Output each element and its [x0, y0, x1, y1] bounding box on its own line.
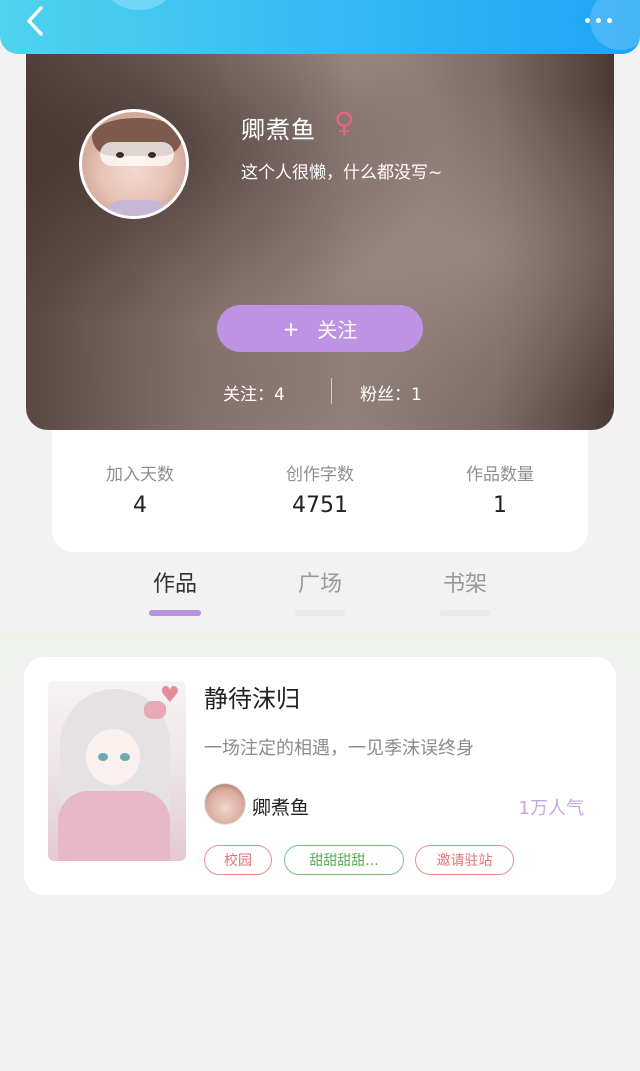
following-count[interactable]: 关注：4	[223, 380, 285, 405]
work-card[interactable]: ♥ 静待沫归 一场注定的相遇，一见季沫误终身 卿煮鱼 1万人气 校园 甜甜甜甜.…	[24, 657, 616, 895]
stats-card: 加入天数 4 创作字数 4751 作品数量 1	[52, 430, 588, 552]
stat-value: 4	[133, 493, 147, 518]
follow-button-label: 关注	[317, 318, 358, 342]
back-button[interactable]	[18, 4, 52, 38]
work-description: 一场注定的相遇，一见季沫误终身	[204, 738, 474, 759]
stat-label: 创作字数	[286, 465, 354, 485]
tab-label: 作品	[152, 572, 197, 597]
tab-bookshelf[interactable]: 书架	[420, 566, 510, 616]
divider	[331, 378, 332, 404]
decorative-bubble	[108, 0, 170, 10]
tab-label: 书架	[442, 572, 487, 597]
tab-indicator	[294, 610, 346, 616]
followers-count[interactable]: 粉丝：1	[360, 380, 422, 405]
more-button[interactable]	[578, 8, 618, 32]
chevron-left-icon	[27, 6, 43, 36]
stat-label: 作品数量	[466, 465, 534, 485]
more-dots-icon	[606, 17, 612, 23]
tab-square[interactable]: 广场	[275, 566, 365, 616]
tab-bar: 作品 广场 书架	[0, 562, 640, 632]
work-title: 静待沫归	[204, 685, 300, 713]
top-bar	[0, 0, 640, 54]
tab-works[interactable]: 作品	[130, 566, 220, 616]
more-dots-icon	[595, 17, 601, 23]
tab-indicator	[149, 610, 201, 616]
stat-value: 4751	[292, 493, 348, 518]
female-icon: ♀	[334, 106, 355, 139]
tag-sweet[interactable]: 甜甜甜甜...	[284, 845, 404, 875]
tab-indicator	[439, 610, 491, 616]
popularity-count: 1万人气	[518, 798, 584, 819]
stat-value: 1	[493, 493, 507, 518]
follow-stats: 关注：4 粉丝：1	[26, 378, 614, 408]
plus-icon: +	[282, 316, 300, 341]
heart-icon: ♥	[160, 683, 180, 708]
follow-button[interactable]: + 关注	[217, 305, 423, 352]
avatar[interactable]	[79, 109, 189, 219]
tag-campus[interactable]: 校园	[204, 845, 272, 875]
profile-hero: 卿煮鱼 ♀ 这个人很懒，什么都没写~ + 关注 关注：4 粉丝：1	[26, 30, 614, 430]
stat-word-count: 创作字数 4751	[250, 460, 390, 518]
stat-work-count: 作品数量 1	[430, 460, 570, 518]
tag-invite-resident[interactable]: 邀请驻站	[415, 845, 514, 875]
book-cover-image[interactable]: ♥	[48, 681, 186, 861]
user-bio: 这个人很懒，什么都没写~	[241, 163, 443, 183]
author-avatar[interactable]	[204, 783, 246, 825]
author-name[interactable]: 卿煮鱼	[252, 793, 309, 820]
user-name: 卿煮鱼	[241, 116, 316, 144]
stat-label: 加入天数	[106, 465, 174, 485]
stat-join-days: 加入天数 4	[70, 460, 210, 518]
tab-label: 广场	[297, 572, 342, 597]
more-dots-icon	[584, 17, 590, 23]
